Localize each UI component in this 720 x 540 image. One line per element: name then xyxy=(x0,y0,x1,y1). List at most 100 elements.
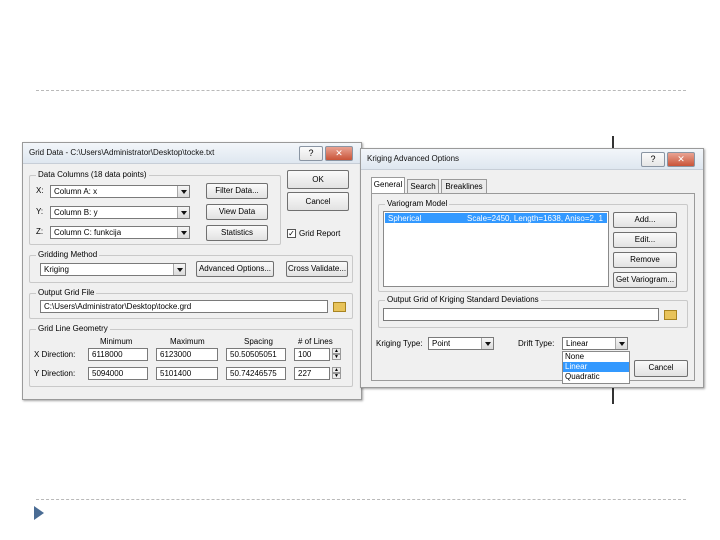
chevron-down-icon[interactable] xyxy=(177,186,189,197)
y-column-value: Column B: y xyxy=(54,208,98,217)
slide-bottom-rule xyxy=(36,499,686,500)
grid-report-checkbox[interactable]: ✓ xyxy=(287,229,296,238)
cancel-button[interactable]: Cancel xyxy=(287,192,349,211)
open-folder-icon[interactable] xyxy=(333,302,346,312)
output-grid-file-group: Output Grid File C:\Users\Administrator\… xyxy=(29,288,353,319)
view-data-button[interactable]: View Data xyxy=(206,204,268,220)
slide-bullet-arrow-icon xyxy=(34,506,44,520)
z-column-select[interactable]: Column C: funkcija xyxy=(50,226,190,239)
chevron-down-icon[interactable] xyxy=(481,338,493,349)
kriging-type-select[interactable]: Point xyxy=(428,337,494,350)
grid-report-label: Grid Report xyxy=(299,229,341,238)
gridding-method-select[interactable]: Kriging xyxy=(40,263,186,276)
ok-button[interactable]: OK xyxy=(287,170,349,189)
variogram-item-params: Scale=2450, Length=1638, Aniso=2, 1 xyxy=(467,214,603,223)
output-std-deviation-label: Output Grid of Kriging Standard Deviatio… xyxy=(385,295,541,304)
kriging-options-dialog: Kriging Advanced Options ? ✕ General Sea… xyxy=(360,148,704,388)
edit-button[interactable]: Edit... xyxy=(613,232,677,248)
add-button[interactable]: Add... xyxy=(613,212,677,228)
z-column-label: Z: xyxy=(36,227,44,236)
help-button[interactable]: ? xyxy=(641,152,665,167)
column-header-minimum: Minimum xyxy=(100,337,133,346)
y-direction-label: Y Direction: xyxy=(34,369,76,378)
tab-search[interactable]: Search xyxy=(407,179,439,193)
output-grid-file-value: C:\Users\Administrator\Desktop\tocke.grd xyxy=(44,302,192,311)
gridding-method-label: Gridding Method xyxy=(36,250,100,259)
y-maximum-input[interactable]: 5101400 xyxy=(156,367,218,380)
statistics-button[interactable]: Statistics xyxy=(206,225,268,241)
kriging-type-label: Kriging Type: xyxy=(376,339,423,348)
variogram-model-group: Variogram Model Spherical Scale=2450, Le… xyxy=(378,199,688,292)
x-maximum-input[interactable]: 6123000 xyxy=(156,348,218,361)
chevron-down-icon[interactable] xyxy=(173,264,185,275)
y-column-label: Y: xyxy=(36,207,44,216)
chevron-down-icon[interactable] xyxy=(177,227,189,238)
gridding-method-value: Kriging xyxy=(44,265,69,274)
data-columns-label: Data Columns (18 data points) xyxy=(36,170,149,179)
y-spacing-input[interactable]: 50.74246575 xyxy=(226,367,286,380)
x-direction-label: X Direction: xyxy=(34,350,76,359)
chevron-down-icon[interactable] xyxy=(177,207,189,218)
x-maximum-value: 6123000 xyxy=(160,350,192,359)
slide-top-rule xyxy=(36,90,686,91)
variogram-list[interactable]: Spherical Scale=2450, Length=1638, Aniso… xyxy=(383,211,609,287)
output-std-deviation-input[interactable] xyxy=(383,308,659,321)
cross-validate-button[interactable]: Cross Validate... xyxy=(286,261,348,277)
cancel-button[interactable]: Cancel xyxy=(634,360,688,377)
x-column-value: Column A: x xyxy=(54,187,98,196)
tab-breaklines[interactable]: Breaklines xyxy=(441,179,487,193)
drift-type-value: Linear xyxy=(566,339,589,348)
y-maximum-value: 5101400 xyxy=(160,369,192,378)
grid-line-geometry-label: Grid Line Geometry xyxy=(36,324,110,333)
tab-strip: General Search Breaklines xyxy=(371,177,693,193)
remove-button[interactable]: Remove xyxy=(613,252,677,268)
x-minimum-input[interactable]: 6118000 xyxy=(88,348,148,361)
chevron-down-icon[interactable] xyxy=(615,338,627,349)
kriging-titlebar: Kriging Advanced Options ? ✕ xyxy=(361,149,703,170)
grid-data-dialog: Grid Data - C:\Users\Administrator\Deskt… xyxy=(22,142,362,400)
x-lines-input[interactable]: 100 xyxy=(294,348,330,361)
spin-down-icon[interactable]: ▼ xyxy=(332,373,341,379)
kriging-title: Kriging Advanced Options xyxy=(367,154,460,163)
variogram-item-name: Spherical xyxy=(388,214,422,223)
grid-data-titlebar: Grid Data - C:\Users\Administrator\Deskt… xyxy=(23,143,361,164)
y-minimum-value: 5094000 xyxy=(92,369,124,378)
x-spacing-input[interactable]: 50.50505051 xyxy=(226,348,286,361)
variogram-list-item[interactable]: Spherical Scale=2450, Length=1638, Aniso… xyxy=(385,213,607,223)
drift-type-select[interactable]: Linear xyxy=(562,337,628,350)
x-column-select[interactable]: Column A: x xyxy=(50,185,190,198)
column-header-num-lines: # of Lines xyxy=(298,337,333,346)
y-column-select[interactable]: Column B: y xyxy=(50,206,190,219)
y-spacing-value: 50.74246575 xyxy=(230,369,277,378)
tab-panel-general: Variogram Model Spherical Scale=2450, Le… xyxy=(371,193,695,384)
open-folder-icon[interactable] xyxy=(664,310,677,320)
x-minimum-value: 6118000 xyxy=(92,350,123,359)
drift-option-none[interactable]: None xyxy=(563,352,629,362)
z-column-value: Column C: funkcija xyxy=(54,228,122,237)
output-grid-file-label: Output Grid File xyxy=(36,288,97,297)
tab-general[interactable]: General xyxy=(371,177,405,193)
close-icon[interactable]: ✕ xyxy=(667,152,695,167)
y-lines-spinner[interactable]: ▲ ▼ xyxy=(332,367,341,380)
spin-down-icon[interactable]: ▼ xyxy=(332,354,341,360)
grid-line-geometry-group: Grid Line Geometry Minimum Maximum Spaci… xyxy=(29,324,353,387)
x-lines-value: 100 xyxy=(298,350,312,359)
close-icon[interactable]: ✕ xyxy=(325,146,353,161)
help-button[interactable]: ? xyxy=(299,146,323,161)
output-grid-file-input[interactable]: C:\Users\Administrator\Desktop\tocke.grd xyxy=(40,300,328,313)
kriging-type-value: Point xyxy=(432,339,451,348)
x-lines-spinner[interactable]: ▲ ▼ xyxy=(332,348,341,361)
drift-type-dropdown[interactable]: None Linear Quadratic xyxy=(562,351,630,384)
get-variogram-button[interactable]: Get Variogram... xyxy=(613,272,677,288)
y-lines-input[interactable]: 227 xyxy=(294,367,330,380)
advanced-options-button[interactable]: Advanced Options... xyxy=(196,261,274,277)
filter-data-button[interactable]: Filter Data... xyxy=(206,183,268,199)
drift-option-quadratic[interactable]: Quadratic xyxy=(563,372,629,382)
drift-option-linear[interactable]: Linear xyxy=(563,362,629,372)
column-header-spacing: Spacing xyxy=(244,337,273,346)
gridding-method-group: Gridding Method Kriging Advanced Options… xyxy=(29,250,353,283)
x-spacing-value: 50.50505051 xyxy=(230,350,277,359)
drift-type-label: Drift Type: xyxy=(518,339,555,348)
x-column-label: X: xyxy=(36,186,44,195)
y-minimum-input[interactable]: 5094000 xyxy=(88,367,148,380)
